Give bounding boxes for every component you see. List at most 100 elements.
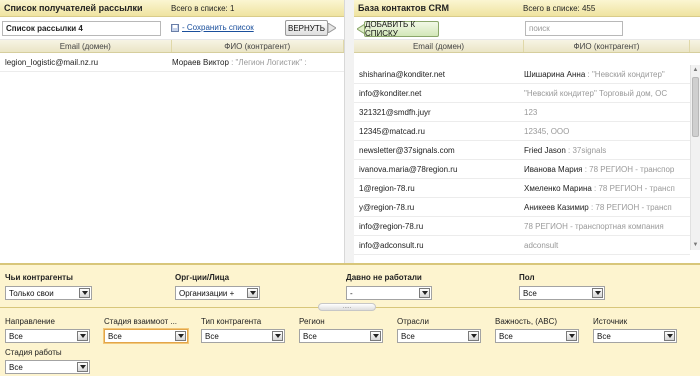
row-email: y@region-78.ru [359, 202, 415, 212]
panel-splitter[interactable] [345, 0, 354, 263]
scroll-thumb[interactable] [692, 77, 699, 137]
row-company: : 78 РЕГИОН - транспор [582, 164, 675, 174]
work-stage-select[interactable]: Все [5, 360, 90, 374]
table-row[interactable]: newsletter@37signals.com Fried Jason : 3… [354, 141, 690, 160]
table-row[interactable]: shisharina@konditer.net Шишарина Анна : … [354, 65, 690, 84]
counterparty-type-select-value: Все [205, 331, 219, 341]
col-email[interactable]: Email (домен) [0, 40, 172, 52]
add-to-list-button[interactable]: ДОБАВИТЬ К СПИСКУ [364, 20, 439, 38]
owner-select[interactable]: Только свои [5, 286, 92, 300]
row-company: : "Невский кондитер" [585, 69, 665, 79]
row-email: info@adconsult.ru [359, 240, 424, 250]
crm-header: База контактов CRM Всего в списке: 455 [354, 0, 700, 17]
row-company: : 78 РЕГИОН - трансп [588, 202, 672, 212]
col-email[interactable]: Email (домен) [354, 40, 524, 52]
direction-select[interactable]: Все [5, 329, 90, 343]
filter-label-direction: Направление [5, 317, 55, 326]
filter-label-gender: Пол [519, 273, 535, 282]
filter-label-industry: Отрасли [397, 317, 429, 326]
chevron-down-icon [370, 331, 381, 341]
chevron-down-icon [419, 288, 430, 298]
row-company: : 78 РЕГИОН - трансп [591, 183, 675, 193]
org-type-select[interactable]: Организации + [175, 286, 260, 300]
col-name[interactable]: ФИО (контрагент) [524, 40, 690, 52]
table-row[interactable]: info@konditer.net "Невский кондитер" Тор… [354, 84, 690, 103]
relation-stage-select[interactable]: Все [104, 329, 188, 343]
row-company: adconsult [524, 240, 559, 250]
row-company: 123 [524, 107, 538, 117]
region-select[interactable]: Все [299, 329, 383, 343]
recipient-table-header: Email (домен) ФИО (контрагент) [0, 40, 344, 53]
importance-select-value: Все [499, 331, 513, 341]
scroll-up-icon[interactable]: ▲ [691, 65, 700, 75]
gender-select[interactable]: Все [519, 286, 605, 300]
row-email: info@konditer.net [359, 88, 422, 98]
crm-rows: shisharina@konditer.net Шишарина Анна : … [354, 65, 690, 263]
collapse-grip[interactable]: ..... [318, 303, 376, 311]
table-row[interactable]: ivanova.maria@78region.ru Иванова Мария … [354, 160, 690, 179]
chevron-down-icon [566, 331, 577, 341]
arrow-right-icon [328, 23, 336, 33]
industry-select-value: Все [401, 331, 415, 341]
row-email: ivanova.maria@78region.ru [359, 164, 458, 174]
chevron-down-icon [77, 362, 88, 372]
row-name: Fried Jason [524, 145, 566, 155]
table-row[interactable]: info@adconsult.ru adconsult [354, 236, 690, 255]
row-name: Иванова Мария [524, 164, 583, 174]
importance-select[interactable]: Все [495, 329, 579, 343]
counterparty-type-select[interactable]: Все [201, 329, 285, 343]
table-row[interactable]: 321321@smdfh.juyr 123 [354, 103, 690, 122]
row-email: 321321@smdfh.juyr [359, 107, 431, 117]
row-company: 78 РЕГИОН - транспортная компания [524, 221, 664, 231]
direction-select-value: Все [9, 331, 23, 341]
crm-count: Всего в списке: 455 [523, 4, 596, 13]
row-company: 12345, ООО [524, 126, 570, 136]
col-name[interactable]: ФИО (контрагент) [172, 40, 344, 52]
row-name: Хмеленко Марина [524, 183, 592, 193]
chevron-down-icon [592, 288, 603, 298]
return-button[interactable]: ВЕРНУТЬ [285, 20, 328, 36]
inactive-select-value: - [350, 288, 353, 298]
filter-label-owner: Чьи контрагенты [5, 273, 73, 282]
row-email: legion_logistic@mail.nz.ru [5, 57, 99, 67]
filter-label-counterparty-type: Тип контрагента [201, 317, 262, 326]
table-row[interactable]: info@region-78.ru 78 РЕГИОН - транспортн… [354, 217, 690, 236]
inactive-select[interactable]: - [346, 286, 432, 300]
filter-label-region: Регион [299, 317, 325, 326]
table-row[interactable]: 12345@matcad.ru 12345, ООО [354, 122, 690, 141]
filter-label-importance: Важность, (ABC) [495, 317, 558, 326]
chevron-down-icon [77, 331, 88, 341]
row-company: : 37signals [565, 145, 607, 155]
chevron-down-icon [247, 288, 258, 298]
table-row[interactable]: y@region-78.ru Аникеев Казимир : 78 РЕГИ… [354, 198, 690, 217]
industry-select[interactable]: Все [397, 329, 481, 343]
row-email: info@region-78.ru [359, 221, 424, 231]
row-email: newsletter@37signals.com [359, 145, 455, 155]
list-name-input[interactable]: Список рассылки 4 [2, 21, 161, 36]
chevron-down-icon [272, 331, 283, 341]
work-stage-select-value: Все [9, 362, 23, 372]
table-row[interactable]: 1@region-78.ru Хмеленко Марина : 78 РЕГИ… [354, 179, 690, 198]
crm-contacts-panel: База контактов CRM Всего в списке: 455 Д… [354, 0, 700, 263]
row-company: "Невский кондитер" Торговый дом, ОС [524, 88, 668, 98]
source-select-value: Все [597, 331, 611, 341]
row-email: 1@region-78.ru [359, 183, 415, 193]
recipient-list-toolbar: Список рассылки 4 - Сохранить список ВЕР… [0, 17, 344, 40]
crm-scrollbar[interactable]: ▲ ▼ [690, 65, 700, 250]
chevron-down-icon [664, 331, 675, 341]
row-company: : "Легион Логистик" : [228, 57, 307, 67]
recipient-list-header: Список получателей рассылки Всего в спис… [0, 0, 344, 17]
table-row[interactable]: legion_logistic@mail.nz.ru Мораев Виктор… [0, 53, 344, 72]
row-email: shisharina@konditer.net [359, 69, 445, 79]
scroll-down-icon[interactable]: ▼ [691, 240, 700, 250]
chevron-down-icon [468, 331, 479, 341]
search-input[interactable]: поиск [525, 21, 623, 36]
recipient-list-panel: Список получателей рассылки Всего в спис… [0, 0, 345, 263]
source-select[interactable]: Все [593, 329, 677, 343]
filter-label-relation-stage: Стадия взаимоот ... [104, 317, 178, 326]
gender-select-value: Все [523, 288, 537, 298]
crm-title: База контактов CRM [358, 3, 449, 13]
save-list-link[interactable]: - Сохранить список [171, 23, 254, 32]
chevron-down-icon [79, 288, 90, 298]
row-name: Аникеев Казимир [524, 202, 589, 212]
